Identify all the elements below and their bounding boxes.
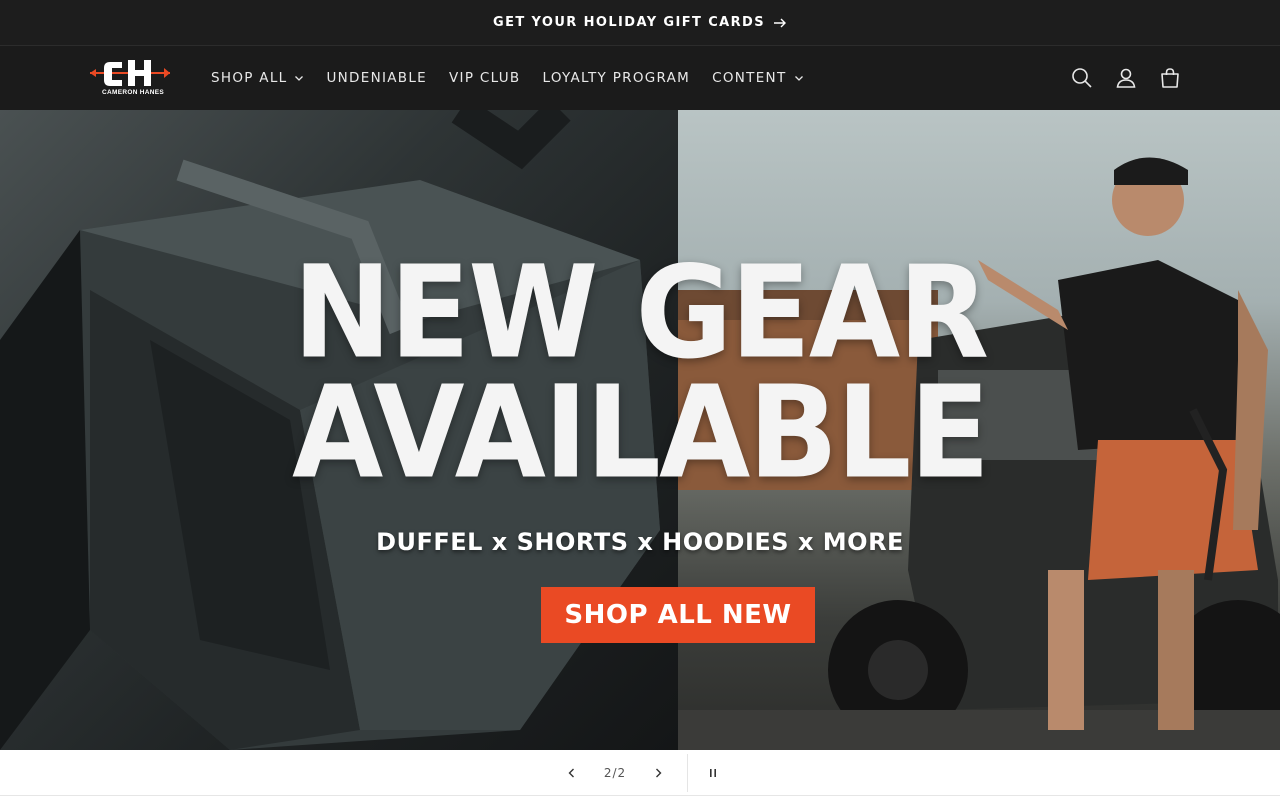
announcement-bar[interactable]: GET YOUR HOLIDAY GIFT CARDS <box>0 0 1280 46</box>
chevron-down-icon <box>295 76 304 81</box>
header-icons <box>1060 46 1192 110</box>
announcement-text[interactable]: GET YOUR HOLIDAY GIFT CARDS <box>493 15 765 30</box>
nav-shop-all[interactable]: SHOP ALL <box>200 46 315 110</box>
hero-headline: NEW GEAR AVAILABLE <box>0 247 1280 497</box>
shop-all-new-button[interactable]: SHOP ALL NEW <box>541 587 815 643</box>
hero-slideshow: NEW GEAR AVAILABLE DUFFEL x SHORTS x HOO… <box>0 110 1280 750</box>
cart-icon <box>1161 68 1179 88</box>
slideshow-controls: 2/2 <box>0 750 1280 796</box>
nav-label: SHOP ALL <box>211 70 288 86</box>
hero-subline: DUFFEL x SHORTS x HOODIES x MORE <box>376 528 904 556</box>
previous-slide-button[interactable] <box>550 750 594 796</box>
pause-slideshow-button[interactable] <box>691 750 735 796</box>
nav-content[interactable]: CONTENT <box>701 46 814 110</box>
account-icon <box>1116 68 1136 88</box>
nav-label: UNDENIABLE <box>326 70 428 86</box>
nav-loyalty-program[interactable]: LOYALTY PROGRAM <box>531 46 701 110</box>
nav-label: VIP CLUB <box>449 70 521 86</box>
site-header: CAMERON HANES SHOP ALL UNDENIABLE VIP CL… <box>0 46 1280 110</box>
account-button[interactable] <box>1104 56 1148 100</box>
nav-label: LOYALTY PROGRAM <box>542 70 691 86</box>
controls-divider <box>687 754 688 792</box>
logo-name: CAMERON HANES <box>102 89 165 96</box>
chevron-right-icon <box>656 768 662 778</box>
brand-logo[interactable]: CAMERON HANES <box>88 56 172 100</box>
arrow-right-icon <box>773 18 786 27</box>
chevron-down-icon <box>794 76 803 81</box>
cart-button[interactable] <box>1148 56 1192 100</box>
main-nav: SHOP ALL UNDENIABLE VIP CLUB LOYALTY PRO… <box>200 46 815 110</box>
next-slide-button[interactable] <box>636 750 680 796</box>
nav-label: CONTENT <box>712 70 787 86</box>
nav-vip-club[interactable]: VIP CLUB <box>438 46 531 110</box>
search-button[interactable] <box>1060 56 1104 100</box>
slide-counter: 2/2 <box>603 766 627 780</box>
chevron-left-icon <box>568 768 574 778</box>
search-icon <box>1072 68 1092 88</box>
headline-line2: AVAILABLE <box>291 357 990 507</box>
nav-undeniable[interactable]: UNDENIABLE <box>315 46 438 110</box>
pause-icon <box>710 769 716 777</box>
